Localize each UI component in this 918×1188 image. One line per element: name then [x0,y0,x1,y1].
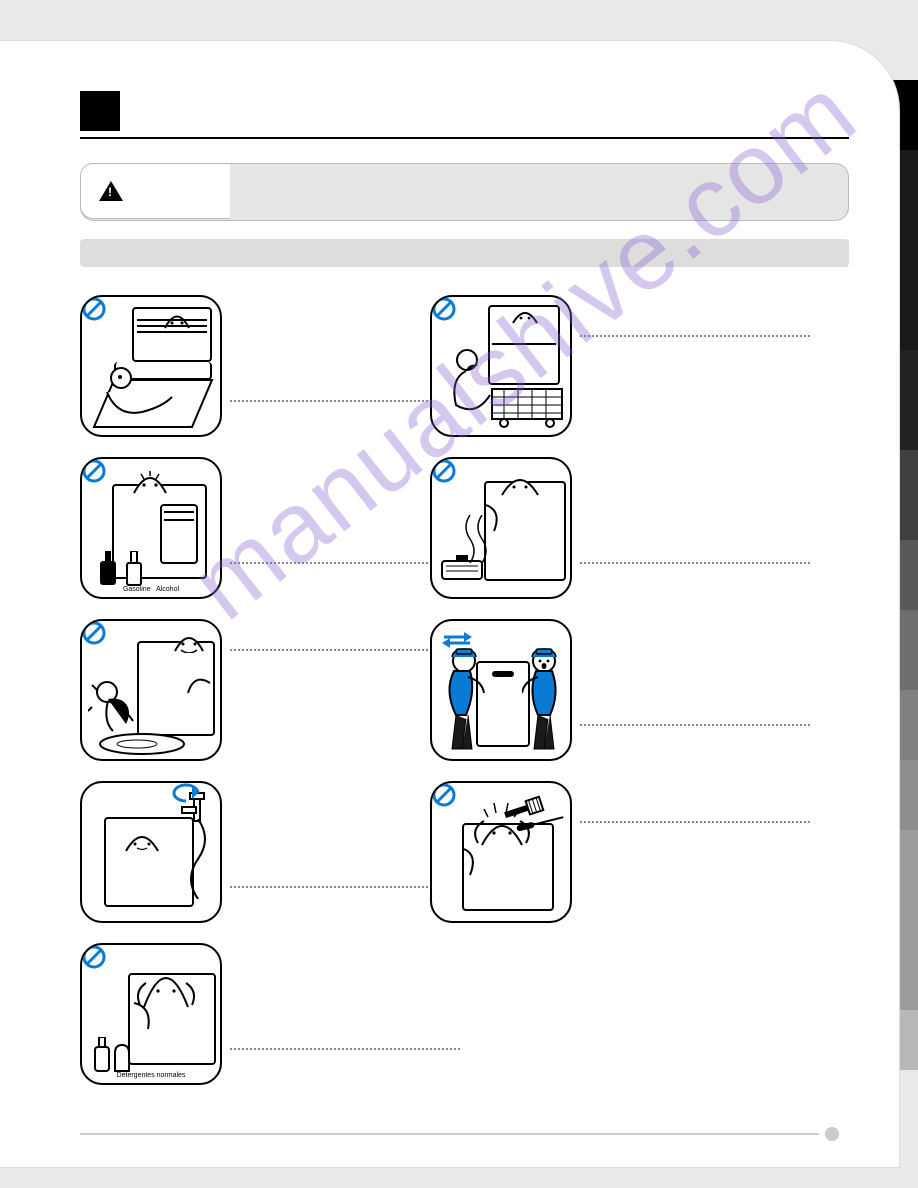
rotate-arrow-icon [168,783,202,803]
caption-leader [580,724,810,726]
caption-leader [230,1048,460,1050]
caption-gasoline: Gasoline [123,586,151,593]
right-column [430,295,610,1085]
caption-alcohol: Alcohol [156,586,179,593]
header-rule [80,137,849,139]
page-footer [80,1127,839,1141]
warning-icon [99,181,123,201]
caption-leader [230,886,460,888]
warning-label [80,163,230,219]
tile-normal-detergent: Detergentes normales [80,943,260,1085]
caption-detergent: Detergentes normales [82,1072,220,1079]
tile-child-leaning-on-door [80,295,260,437]
manual-page: Gasoline Alcohol [0,40,900,1168]
caption-leader [580,821,810,823]
prohibited-icon [82,945,106,969]
caption-leader [230,562,460,564]
tile-water-leak [80,619,260,761]
caption-leader [230,400,460,402]
tile-two-person-carry [430,619,610,761]
page-header [80,91,849,139]
tile-insert-tools [430,781,610,923]
prohibited-icon [82,621,106,645]
tile-gasoline-alcohol: Gasoline Alcohol [80,457,260,599]
tile-heater-near-side [430,457,610,599]
warning-banner [80,163,849,221]
caption-leader [230,649,460,651]
prohibited-icon [432,297,456,321]
prohibited-icon [432,783,456,807]
caption-leader [580,562,810,564]
section-marker [80,91,120,131]
prohibited-icon [82,459,106,483]
tile-child-pulling-rack [430,295,610,437]
tile-close-tap [80,781,260,923]
left-column: Gasoline Alcohol [80,295,260,1085]
prohibited-icon [432,459,456,483]
caption-leader [580,335,810,337]
subheading-bar [80,239,849,267]
